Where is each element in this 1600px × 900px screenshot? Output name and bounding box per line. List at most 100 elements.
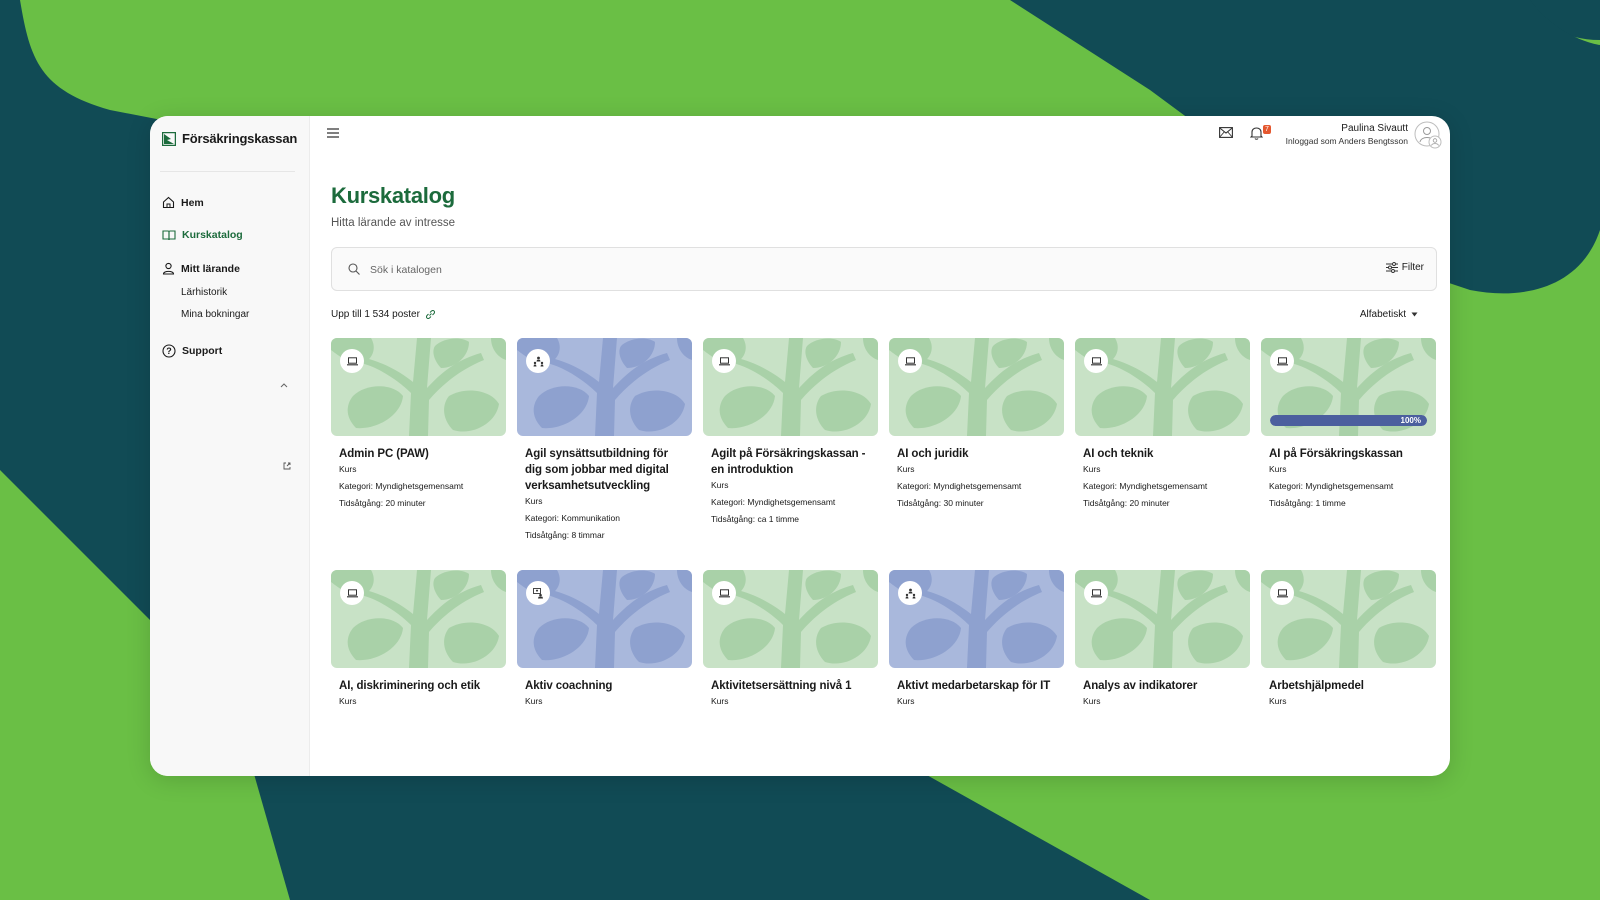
brand-logo[interactable]: Försäkringskassan bbox=[162, 131, 297, 146]
laptop-icon bbox=[712, 581, 736, 605]
svg-text:?: ? bbox=[166, 346, 172, 356]
course-card[interactable]: Analys av indikatorer Kurs bbox=[1075, 570, 1250, 776]
search-icon bbox=[348, 263, 360, 275]
course-thumbnail bbox=[1075, 570, 1250, 668]
course-card[interactable]: 100% AI på Försäkringskassan Kurs Kategori:… bbox=[1261, 338, 1436, 570]
course-thumbnail bbox=[703, 338, 878, 436]
progress-label: 100% bbox=[1400, 416, 1421, 425]
chevron-up-icon[interactable] bbox=[280, 382, 288, 388]
course-category: Kategori: Myndighetsgemensamt bbox=[1083, 481, 1208, 491]
course-card[interactable]: AI och teknik Kurs Kategori: Myndighetsgem… bbox=[1075, 338, 1250, 570]
sidebar-item-label: Support bbox=[182, 345, 223, 357]
course-category: Kategori: Myndighetsgemensamt bbox=[339, 481, 464, 491]
sidebar-subitem-mina-bokningar[interactable]: Mina bokningar bbox=[181, 309, 249, 320]
course-thumbnail: 100% bbox=[1261, 338, 1436, 436]
course-title[interactable]: Aktivt medarbetarskap för IT bbox=[897, 678, 1056, 694]
bell-icon[interactable] bbox=[1250, 126, 1263, 140]
course-title[interactable]: Aktiv coachning bbox=[525, 678, 684, 694]
course-duration: Tidsåtgång: 30 minuter bbox=[897, 498, 984, 508]
sidebar-item-mitt-larande[interactable]: Mitt lärande bbox=[162, 262, 240, 275]
help-icon: ? bbox=[162, 344, 176, 358]
results-count: Upp till 1 534 poster bbox=[331, 309, 435, 320]
sidebar-item-label: Hem bbox=[181, 196, 204, 209]
caret-down-icon bbox=[1411, 312, 1418, 317]
course-type: Kurs bbox=[897, 696, 915, 706]
course-type: Kurs bbox=[1083, 464, 1101, 474]
course-card[interactable]: Aktivitetsersättning nivå 1 Kurs bbox=[703, 570, 878, 776]
divider bbox=[160, 171, 295, 172]
course-title[interactable]: AI och juridik bbox=[897, 446, 1056, 462]
course-duration: Tidsåtgång: 8 timmar bbox=[525, 530, 605, 540]
book-icon bbox=[162, 230, 176, 241]
sidebar-item-support[interactable]: ? Support bbox=[162, 344, 222, 358]
course-title[interactable]: AI och teknik bbox=[1083, 446, 1242, 462]
course-grid: Admin PC (PAW) Kurs Kategori: Myndighetsge… bbox=[331, 338, 1437, 776]
course-title[interactable]: Agil synsättsutbildning för dig som jobb… bbox=[525, 446, 684, 494]
course-title[interactable]: Aktivitetsersättning nivå 1 bbox=[711, 678, 870, 694]
course-card[interactable]: Agilt på Försäkringskassan - en introduk… bbox=[703, 338, 878, 570]
course-card[interactable]: Agil synsättsutbildning för dig som jobb… bbox=[517, 338, 692, 570]
course-card[interactable]: AI, diskriminering och etik Kurs bbox=[331, 570, 506, 776]
laptop-icon bbox=[1084, 581, 1108, 605]
course-card[interactable]: Aktiv coachning Kurs bbox=[517, 570, 692, 776]
course-card[interactable]: Admin PC (PAW) Kurs Kategori: Myndighetsge… bbox=[331, 338, 506, 570]
external-link-icon bbox=[283, 462, 291, 470]
course-duration: Tidsåtgång: 1 timme bbox=[1269, 498, 1346, 508]
filter-label: Filter bbox=[1401, 262, 1424, 273]
results-count-label: Upp till 1 534 poster bbox=[331, 309, 420, 320]
classroom-icon bbox=[898, 581, 922, 605]
course-card[interactable]: Aktivt medarbetarskap för IT Kurs bbox=[889, 570, 1064, 776]
sidebar-item-kurskatalog[interactable]: Kurskatalog bbox=[162, 229, 243, 241]
course-title[interactable]: Admin PC (PAW) bbox=[339, 446, 498, 462]
course-title[interactable]: Agilt på Försäkringskassan - en introduk… bbox=[711, 446, 870, 478]
course-type: Kurs bbox=[339, 696, 357, 706]
sliders-icon bbox=[1385, 262, 1398, 273]
course-thumbnail bbox=[331, 338, 506, 436]
course-title[interactable]: AI på Försäkringskassan bbox=[1269, 446, 1428, 462]
course-type: Kurs bbox=[1083, 696, 1101, 706]
course-type: Kurs bbox=[525, 496, 543, 506]
avatar[interactable] bbox=[1414, 121, 1442, 149]
laptop-icon bbox=[1270, 349, 1294, 373]
user-name: Paulina Sivautt bbox=[1341, 123, 1408, 134]
sort-label: Alfabetiskt bbox=[1359, 309, 1406, 320]
course-duration: Tidsåtgång: ca 1 timme bbox=[711, 514, 800, 524]
laptop-icon bbox=[340, 349, 364, 373]
laptop-icon bbox=[340, 581, 364, 605]
logo-mark-icon bbox=[162, 131, 176, 146]
classroom-icon bbox=[526, 349, 550, 373]
user-impersonation-label: Inloggad som Anders Bengtsson bbox=[1285, 136, 1408, 146]
course-thumbnail bbox=[517, 338, 692, 436]
course-type: Kurs bbox=[525, 696, 543, 706]
course-card[interactable]: AI och juridik Kurs Kategori: Myndighetsge… bbox=[889, 338, 1064, 570]
course-type: Kurs bbox=[711, 696, 729, 706]
notification-badge: 7 bbox=[1263, 125, 1271, 134]
app-window: Försäkringskassan Hem Kurskatalog Mitt l… bbox=[150, 116, 1450, 776]
course-title[interactable]: AI, diskriminering och etik bbox=[339, 678, 498, 694]
sidebar-subitem-larhistorik[interactable]: Lärhistorik bbox=[181, 287, 227, 298]
laptop-icon bbox=[1084, 349, 1108, 373]
search-input[interactable] bbox=[370, 258, 1270, 282]
home-icon bbox=[162, 196, 175, 209]
course-duration: Tidsåtgång: 20 minuter bbox=[1083, 498, 1170, 508]
course-type: Kurs bbox=[339, 464, 357, 474]
course-category: Kategori: Myndighetsgemensamt bbox=[1269, 481, 1394, 491]
course-title[interactable]: Arbetshjälpmedel bbox=[1269, 678, 1428, 694]
link-icon[interactable] bbox=[425, 310, 435, 319]
search-bar: Filter bbox=[331, 247, 1437, 291]
course-card[interactable]: Arbetshjälpmedel Kurs bbox=[1261, 570, 1436, 776]
mail-icon[interactable] bbox=[1219, 127, 1233, 138]
hamburger-menu-icon[interactable] bbox=[327, 128, 339, 138]
filter-button[interactable]: Filter bbox=[1385, 262, 1424, 273]
course-thumbnail bbox=[889, 570, 1064, 668]
course-type: Kurs bbox=[897, 464, 915, 474]
sort-dropdown[interactable]: Alfabetiskt bbox=[1360, 309, 1418, 320]
course-thumbnail bbox=[1261, 570, 1436, 668]
course-type: Kurs bbox=[1269, 464, 1287, 474]
course-title[interactable]: Analys av indikatorer bbox=[1083, 678, 1242, 694]
laptop-icon bbox=[898, 349, 922, 373]
progress-bar: 100% bbox=[1270, 415, 1427, 426]
sidebar-item-hem[interactable]: Hem bbox=[162, 196, 204, 209]
course-thumbnail bbox=[889, 338, 1064, 436]
course-thumbnail bbox=[1075, 338, 1250, 436]
